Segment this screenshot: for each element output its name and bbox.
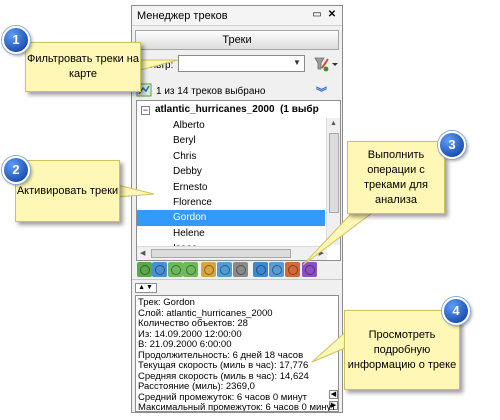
callout-operations: Выполнить операции с треками для анализа bbox=[347, 141, 445, 214]
callout-badge-4: 4 bbox=[442, 297, 470, 325]
callout-badge-3: 3 bbox=[438, 131, 466, 159]
callout-activate: Активировать треки bbox=[15, 160, 120, 222]
callout-details: Просмотреть подробную информацию о треке bbox=[344, 310, 460, 390]
callout-filter: Фильтровать треки на карте bbox=[25, 42, 141, 92]
callout-badge-2: 2 bbox=[2, 156, 30, 184]
callout-badge-1: 1 bbox=[2, 26, 30, 54]
